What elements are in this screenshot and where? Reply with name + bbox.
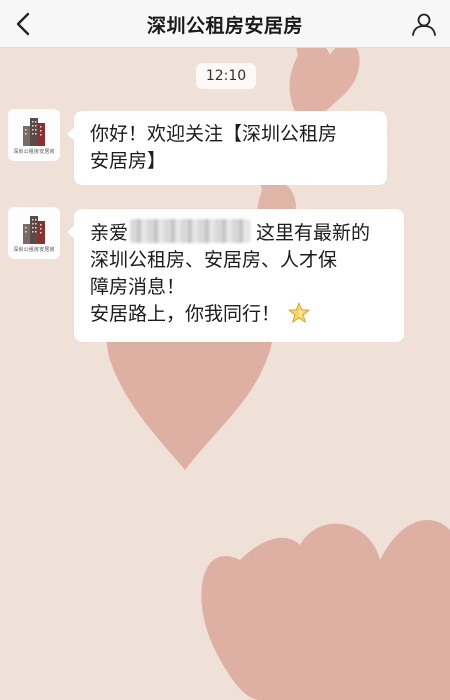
message-bubble[interactable]: 亲爱 这里有最新的 深圳公租房、安居房、人才保 障房消息！ 安居路上，你我同行！ xyxy=(67,209,404,342)
message-timestamp: 12:10 xyxy=(196,63,256,89)
avatar-caption: 深圳公租房安居房 xyxy=(13,148,55,155)
user-profile-icon[interactable] xyxy=(406,8,442,40)
chat-background xyxy=(0,0,450,700)
message-text-line: 你好！欢迎关注【深圳公租房 xyxy=(90,123,338,145)
greeting-text: 亲爱 xyxy=(90,222,129,244)
avatar-caption: 深圳公租房安居房 xyxy=(13,246,55,253)
greeting-tail-text: 这里有最新的 xyxy=(256,222,371,244)
building-logo-icon xyxy=(23,215,45,244)
message-text-line: 安居路上，你我同行！ xyxy=(90,301,390,332)
navigation-bar: 深圳公租房安居房 xyxy=(0,0,450,48)
back-chevron-icon[interactable] xyxy=(8,8,40,40)
message-text-line: 深圳公租房、安居房、人才保 xyxy=(90,249,338,271)
account-avatar[interactable]: 深圳公租房安居房 xyxy=(8,207,60,259)
message-text-line: 安居房】 xyxy=(90,150,167,172)
account-avatar[interactable]: 深圳公租房安居房 xyxy=(8,109,60,161)
redacted-username xyxy=(130,219,251,243)
message-bubble[interactable]: 你好！欢迎关注【深圳公租房 安居房】 xyxy=(67,111,387,185)
chat-title: 深圳公租房安居房 xyxy=(146,14,303,37)
building-logo-icon xyxy=(23,117,45,146)
heart-background-decoration xyxy=(106,38,450,700)
message-text-line: 障房消息！ xyxy=(90,276,186,298)
star-icon xyxy=(287,301,311,332)
message-text-line: 亲爱 这里有最新的 xyxy=(90,219,390,247)
slogan-text: 安居路上，你我同行！ xyxy=(90,303,281,325)
